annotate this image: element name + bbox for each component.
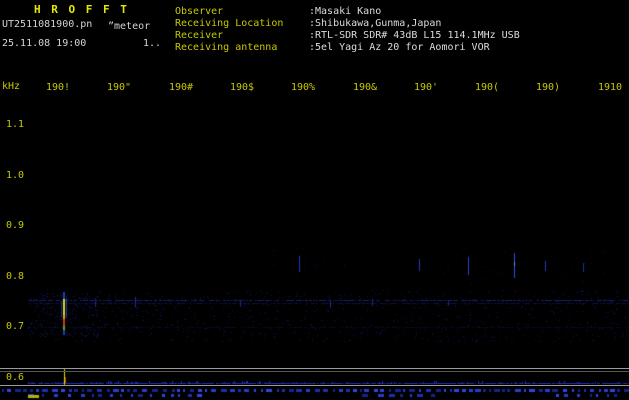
y-tick-label: 1.1 [5,119,24,130]
x-tick-label: 190# [169,82,194,93]
info-label-location: Receiving Location [175,18,284,29]
strip-mid-line [0,371,629,372]
info-row-observer: Observer :Masaki Kano [175,6,629,17]
x-tick-label: 190% [291,82,316,93]
info-row-antenna: Receiving antenna :5el Yagi Az 20 for Ao… [175,42,629,53]
info-row-receiver: Receiver :RTL-SDR SDR# 43dB L15 114.1MHz… [175,30,629,41]
x-tick-label: 190' [414,82,439,93]
station-label: ”meteor [108,21,151,32]
strip-bottom-line [0,385,629,386]
info-value-antenna: :5el Yagi Az 20 for Aomori VOR [309,42,490,53]
strip-top-line [0,368,629,369]
y-tick-label: 0.6 [5,372,24,383]
info-value-location: :Shibukawa,Gunma,Japan [309,18,442,29]
y-tick-label: 0.9 [5,220,24,231]
header-extra: 1.. [143,38,162,49]
y-axis-unit: kHz [2,81,21,92]
info-label-observer: Observer [175,6,224,17]
x-tick-label: 190" [107,82,132,93]
spectrogram-canvas [0,0,629,400]
info-row-location: Receiving Location :Shibukawa,Gunma,Japa… [175,18,629,29]
x-tick-label: 190$ [230,82,255,93]
y-tick-label: 0.7 [5,321,24,332]
datetime: 25.11.08 19:00 [2,38,87,49]
hrofft-screen: H R O F F T UT2511081900.pn ”meteor 25.1… [0,0,629,400]
x-tick-label: 190( [475,82,500,93]
info-label-receiver: Receiver [175,30,224,41]
x-tick-label: 190& [353,82,378,93]
info-value-observer: :Masaki Kano [309,6,382,17]
filename: UT2511081900.pn [2,19,93,30]
app-title: H R O F F T [34,3,129,16]
y-tick-label: 1.0 [5,170,24,181]
info-label-antenna: Receiving antenna [175,42,278,53]
x-tick-label: 190! [46,82,71,93]
x-tick-label: 1910 [598,82,623,93]
info-value-receiver: :RTL-SDR SDR# 43dB L15 114.1MHz USB [309,30,520,41]
y-tick-label: 0.8 [5,271,24,282]
x-tick-label: 190) [536,82,561,93]
